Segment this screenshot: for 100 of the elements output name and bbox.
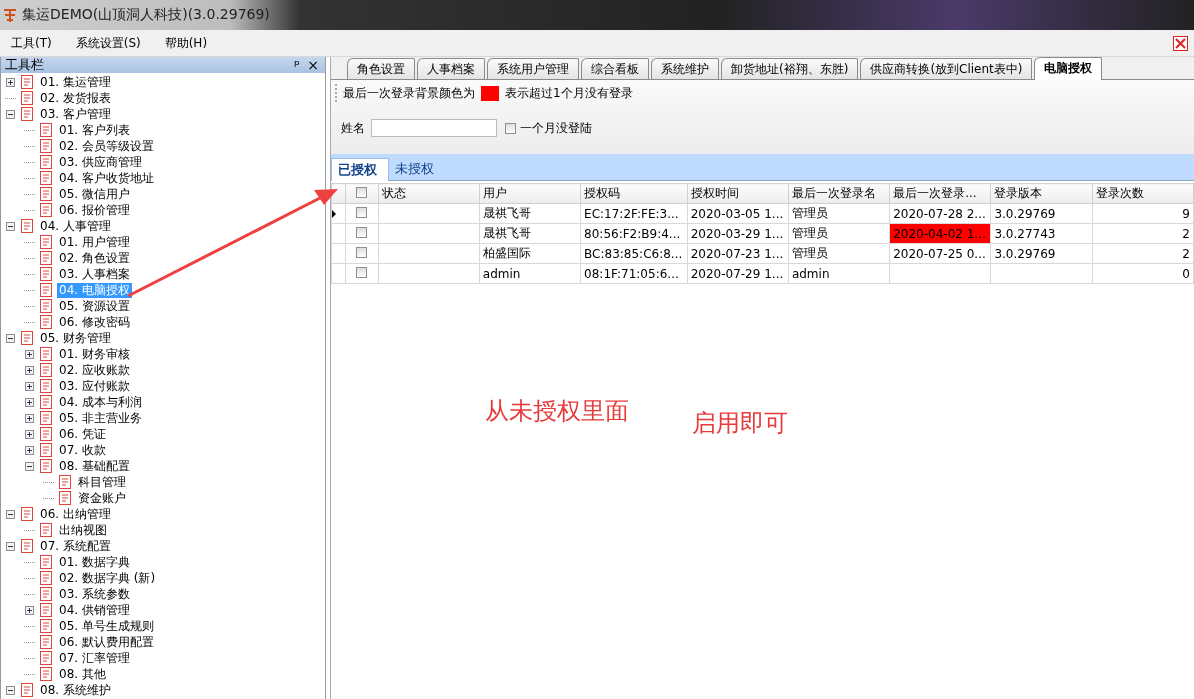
expand-toggle-icon[interactable] bbox=[25, 381, 34, 391]
tree-item[interactable]: 02. 数据字典 (新) bbox=[57, 570, 158, 586]
row-checkbox[interactable] bbox=[356, 246, 368, 258]
document-icon bbox=[57, 490, 73, 506]
menu-item[interactable]: 工具(T) bbox=[4, 31, 59, 55]
tree-item[interactable]: 出纳视图 bbox=[57, 522, 109, 538]
column-header[interactable]: 用户 bbox=[479, 183, 581, 204]
checkbox[interactable] bbox=[505, 122, 516, 134]
tree-item[interactable]: 02. 会员等级设置 bbox=[57, 138, 156, 154]
document-icon bbox=[38, 122, 54, 138]
tree-item[interactable]: 03. 应付账款 bbox=[57, 378, 132, 394]
tree-item[interactable]: 06. 修改密码 bbox=[57, 314, 132, 330]
close-icon[interactable] bbox=[1173, 35, 1188, 51]
table-cell: 管理员 bbox=[788, 223, 890, 244]
expand-toggle-icon[interactable] bbox=[6, 77, 15, 87]
column-header[interactable]: 最后一次登录... bbox=[889, 183, 991, 204]
column-header[interactable]: 授权码 bbox=[580, 183, 688, 204]
tree-item[interactable]: 03. 客户管理 bbox=[38, 106, 113, 122]
table-cell: 2020-07-25 0... bbox=[889, 243, 991, 264]
collapse-toggle-icon[interactable] bbox=[25, 461, 34, 471]
tree-item[interactable]: 01. 集运管理 bbox=[38, 74, 113, 90]
column-header[interactable]: 登录次数 bbox=[1092, 183, 1194, 204]
tree-item[interactable]: 03. 系统参数 bbox=[57, 586, 132, 602]
document-icon bbox=[38, 170, 54, 186]
collapse-toggle-icon[interactable] bbox=[6, 541, 15, 551]
column-header[interactable]: 状态 bbox=[378, 183, 480, 204]
tree-item[interactable]: 05. 非主营业务 bbox=[57, 410, 144, 426]
tree-item[interactable]: 02. 角色设置 bbox=[57, 250, 132, 266]
tree-item[interactable]: 科目管理 bbox=[76, 474, 128, 490]
tab[interactable]: 电脑授权 bbox=[1034, 57, 1103, 80]
row-checkbox[interactable] bbox=[356, 226, 368, 238]
expand-toggle-icon[interactable] bbox=[25, 413, 34, 423]
tree-item[interactable]: 06. 报价管理 bbox=[57, 202, 132, 218]
collapse-toggle-icon[interactable] bbox=[6, 221, 15, 231]
document-icon bbox=[38, 266, 54, 282]
tree-item[interactable]: 01. 财务审核 bbox=[57, 346, 132, 362]
table-cell: admin bbox=[479, 263, 581, 284]
tab[interactable]: 已授权 bbox=[331, 158, 389, 181]
column-header[interactable]: 登录版本 bbox=[990, 183, 1093, 204]
select-all-checkbox[interactable] bbox=[356, 186, 368, 198]
row-checkbox[interactable] bbox=[356, 266, 368, 278]
tree-item[interactable]: 01. 数据字典 bbox=[57, 554, 132, 570]
table-cell: 晟祺飞哥 bbox=[479, 223, 581, 244]
tree-item[interactable]: 08. 其他 bbox=[57, 666, 108, 682]
tree-item[interactable]: 01. 用户管理 bbox=[57, 234, 132, 250]
tree-item[interactable]: 05. 单号生成规则 bbox=[57, 618, 156, 634]
tree-item[interactable]: 05. 微信用户 bbox=[57, 186, 132, 202]
tree-item[interactable]: 07. 系统配置 bbox=[38, 538, 113, 554]
tree-item[interactable]: 03. 供应商管理 bbox=[57, 154, 144, 170]
tab[interactable]: 卸货地址(裕翔、东胜) bbox=[721, 58, 859, 79]
tab[interactable]: 系统维护 bbox=[651, 58, 719, 79]
expand-toggle-icon[interactable] bbox=[25, 365, 34, 375]
tab[interactable]: 系统用户管理 bbox=[487, 58, 579, 79]
row-checkbox[interactable] bbox=[356, 206, 368, 218]
menu-item[interactable]: 帮助(H) bbox=[157, 31, 215, 55]
pin-button[interactable]: ᵖ bbox=[289, 57, 305, 73]
tree-item[interactable]: 03. 人事档案 bbox=[57, 266, 132, 282]
name-input-field[interactable] bbox=[371, 119, 497, 137]
document-icon bbox=[38, 202, 54, 218]
tree-item[interactable]: 04. 客户收货地址 bbox=[57, 170, 156, 186]
tree-item[interactable]: 04. 供销管理 bbox=[57, 602, 132, 618]
tab[interactable]: 角色设置 bbox=[347, 58, 415, 79]
expand-toggle-icon[interactable] bbox=[25, 349, 34, 359]
tab[interactable]: 综合看板 bbox=[581, 58, 649, 79]
tree-item[interactable]: 资金账户 bbox=[76, 490, 128, 506]
column-header[interactable]: 授权时间 bbox=[687, 183, 789, 204]
expand-toggle-icon[interactable] bbox=[25, 397, 34, 407]
expand-toggle-icon[interactable] bbox=[25, 429, 34, 439]
collapse-toggle-icon[interactable] bbox=[6, 685, 15, 695]
tree-item[interactable]: 05. 资源设置 bbox=[57, 298, 132, 314]
table-cell: 2020-07-23 1... bbox=[687, 243, 789, 264]
table-cell: BC:83:85:C6:8... bbox=[580, 243, 688, 264]
tab[interactable]: 供应商转换(放到Client表中) bbox=[860, 58, 1033, 79]
tab[interactable]: 人事档案 bbox=[417, 58, 485, 79]
tree-item[interactable]: 07. 收款 bbox=[57, 442, 108, 458]
tree-item[interactable]: 01. 客户列表 bbox=[57, 122, 132, 138]
document-icon bbox=[38, 522, 54, 538]
close-button[interactable]: × bbox=[305, 57, 321, 73]
tree-item[interactable]: 06. 出纳管理 bbox=[38, 506, 113, 522]
column-header[interactable]: 最后一次登录名 bbox=[788, 183, 890, 204]
document-icon bbox=[38, 442, 54, 458]
tree-item[interactable]: 02. 发货报表 bbox=[38, 90, 113, 106]
tree-item[interactable]: 08. 系统维护 bbox=[38, 682, 113, 698]
expand-toggle-icon[interactable] bbox=[25, 445, 34, 455]
tree-item[interactable]: 02. 应收账款 bbox=[57, 362, 132, 378]
menu-item[interactable]: 系统设置(S) bbox=[68, 31, 148, 55]
tree-item[interactable]: 06. 默认费用配置 bbox=[57, 634, 156, 650]
collapse-toggle-icon[interactable] bbox=[6, 509, 15, 519]
tree-item[interactable]: 07. 汇率管理 bbox=[57, 650, 132, 666]
tree-item[interactable]: 04. 成本与利润 bbox=[57, 394, 144, 410]
tree-item[interactable]: 08. 基础配置 bbox=[57, 458, 132, 474]
tree-item[interactable]: 05. 财务管理 bbox=[38, 330, 113, 346]
collapse-toggle-icon[interactable] bbox=[6, 109, 15, 119]
tab[interactable]: 未授权 bbox=[389, 158, 440, 180]
collapse-toggle-icon[interactable] bbox=[6, 333, 15, 343]
expand-toggle-icon[interactable] bbox=[25, 605, 34, 615]
tree-item[interactable]: 06. 凭证 bbox=[57, 426, 108, 442]
window-title: 集运DEMO(山顶洞人科技)(3.0.29769) bbox=[22, 6, 270, 24]
tree-item[interactable]: 04. 人事管理 bbox=[38, 218, 113, 234]
table-cell: 80:56:F2:B9:4... bbox=[580, 223, 688, 244]
